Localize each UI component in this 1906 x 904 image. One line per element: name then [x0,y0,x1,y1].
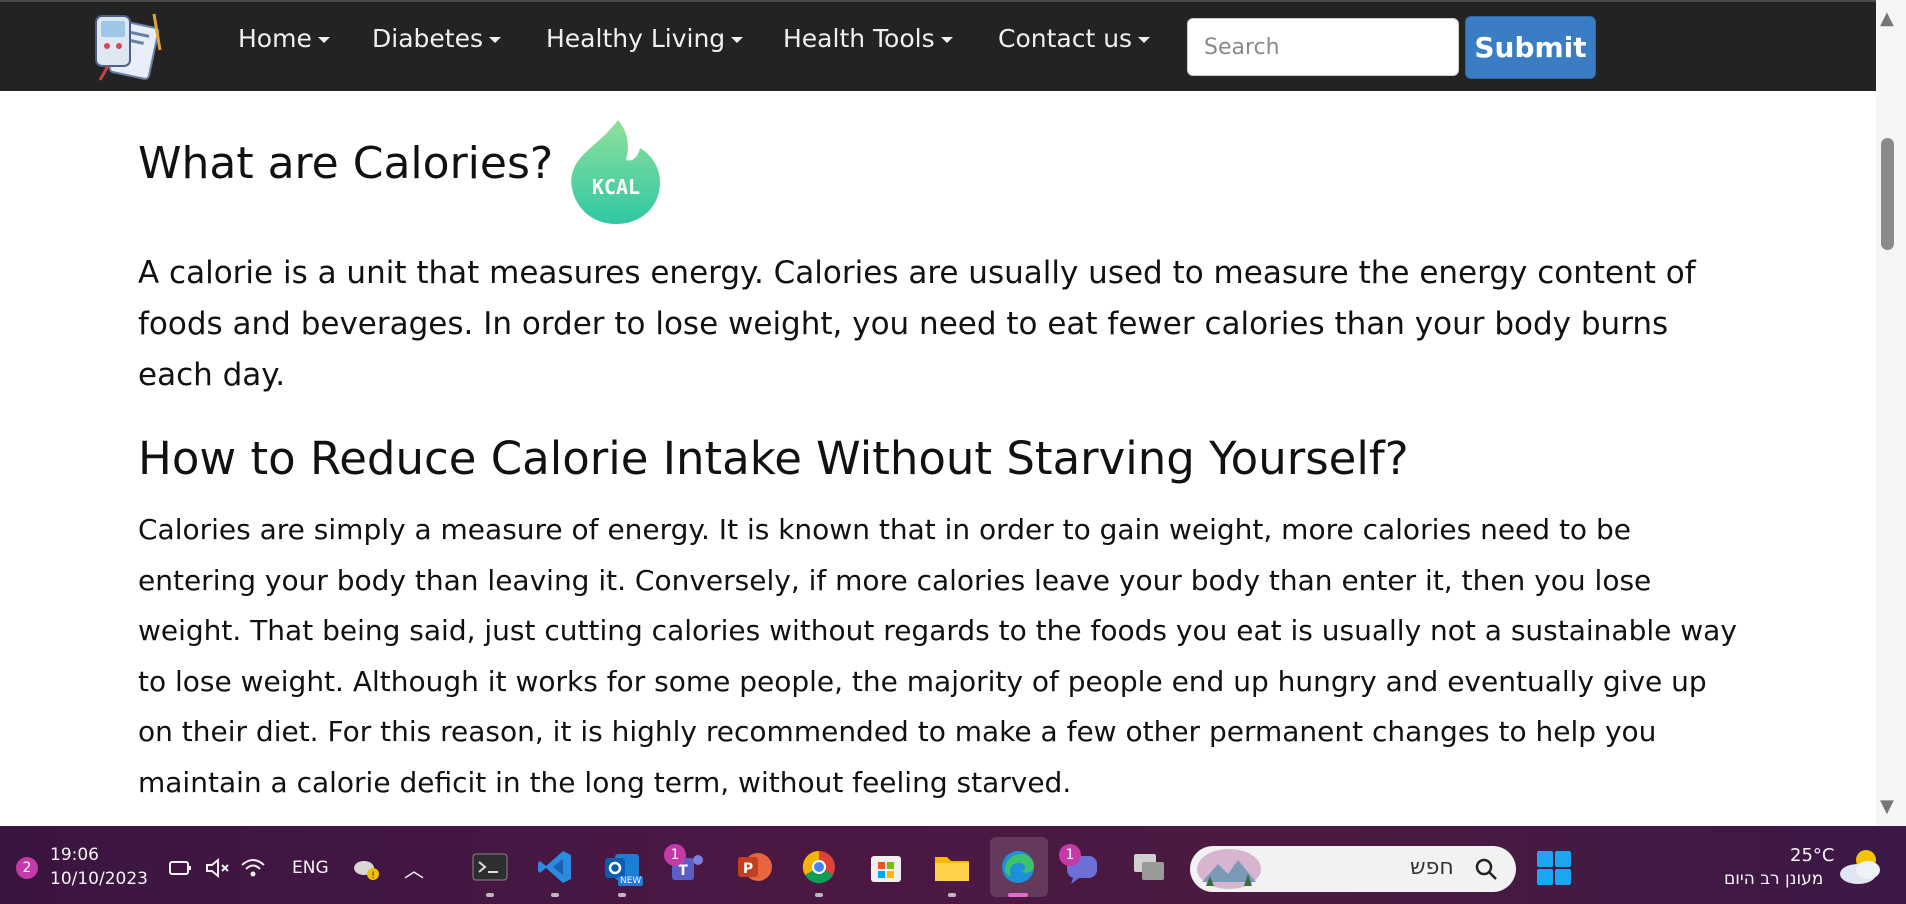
search-highlight-image-icon [1197,849,1261,889]
nav-health-tools[interactable]: Health Tools [783,24,953,53]
clock-date[interactable]: 10/10/2023 [50,869,148,889]
notification-badge[interactable]: 2 [16,857,38,879]
wifi-icon[interactable] [240,857,266,879]
chevron-down-icon [1138,37,1151,43]
task-view-icon[interactable] [1130,848,1168,886]
svg-text:T: T [678,863,688,879]
language-indicator[interactable]: ENG [292,858,329,878]
intro-paragraph: A calorie is a unit that measures energy… [138,255,1696,393]
weather-temperature[interactable]: 25°C [1790,845,1834,866]
vertical-scrollbar[interactable] [1876,0,1906,826]
vscode-icon[interactable] [536,848,574,886]
powerpoint-icon[interactable]: P [736,848,774,886]
running-indicator [551,893,559,897]
running-indicator [948,893,956,897]
svg-text:P: P [743,861,753,877]
windows-start-icon[interactable] [1535,849,1573,887]
running-indicator [486,893,494,897]
section-heading: How to Reduce Calorie Intake Without Sta… [138,432,1409,485]
site-logo-icon[interactable] [88,10,172,84]
taskbar-search-box[interactable]: חפש [1190,846,1516,892]
submit-button[interactable]: Submit [1465,16,1596,79]
scroll-up-arrow-icon[interactable]: ▲ [1880,8,1894,29]
nav-diabetes[interactable]: Diabetes [372,24,501,53]
nav-diabetes-label: Diabetes [372,24,483,53]
battery-saver-icon[interactable] [168,857,192,879]
chevron-down-icon [940,37,953,43]
scroll-down-arrow-icon[interactable]: ▼ [1880,796,1894,817]
folder-icon[interactable] [933,848,971,886]
weather-cloudy-icon[interactable] [1838,846,1884,888]
weather-description[interactable]: מעונן רב היום [1724,869,1823,889]
store-icon[interactable] [867,848,905,886]
show-hidden-icons-chevron-icon[interactable]: ︿ [404,854,424,883]
scrollbar-thumb[interactable] [1881,138,1894,250]
mute-icon[interactable] [204,857,230,879]
kcal-badge-text: KCAL [592,175,640,199]
section-paragraph: Calories are simply a measure of energy.… [138,513,1737,799]
nav-contact-us[interactable]: Contact us [998,24,1151,53]
nav-home[interactable]: Home [238,24,330,53]
taskbar-search-label: חפש [1410,855,1454,880]
edge-icon[interactable] [999,848,1037,886]
chevron-down-icon [731,37,744,43]
chat-notification-badge: 1 [1059,844,1081,866]
nav-health-tools-label: Health Tools [783,24,935,53]
running-indicator [618,893,626,897]
nav-healthy-living[interactable]: Healthy Living [546,24,744,53]
new-badge: NEW [618,876,644,886]
nav-home-label: Home [238,24,312,53]
search-input[interactable] [1187,18,1459,76]
clock-time[interactable]: 19:06 [50,845,99,865]
chrome-icon[interactable] [800,848,838,886]
kcal-flame-icon: KCAL [571,120,660,224]
running-indicator [815,893,823,897]
search-icon [1475,858,1497,880]
page-title: What are Calories? [138,138,554,189]
active-indicator [1008,893,1028,897]
onedrive-warning-icon[interactable]: ! [352,856,380,882]
teams-notification-badge: 1 [664,844,686,866]
top-navbar: Home Diabetes Healthy Living Health Tool… [0,0,1876,91]
chevron-down-icon [488,37,501,43]
nav-healthy-living-label: Healthy Living [546,24,726,53]
chevron-down-icon [317,37,330,43]
terminal-icon[interactable] [471,848,509,886]
nav-contact-us-label: Contact us [998,24,1133,53]
svg-text:!: ! [371,871,375,881]
